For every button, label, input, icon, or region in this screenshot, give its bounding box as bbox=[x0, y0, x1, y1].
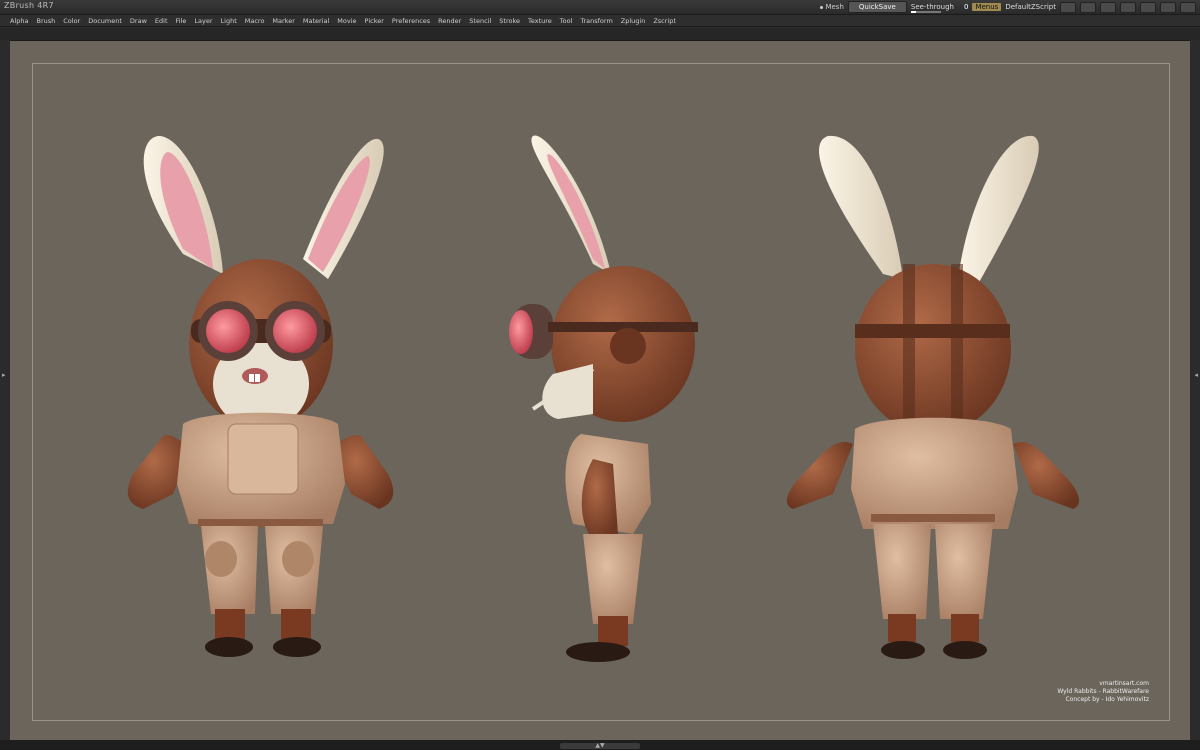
quicksave-button[interactable]: QuickSave bbox=[847, 1, 907, 13]
menu-stroke[interactable]: Stroke bbox=[499, 17, 520, 25]
menu-picker[interactable]: Picker bbox=[365, 17, 384, 25]
rabbit-front-view bbox=[127, 135, 394, 657]
see-through-slider[interactable]: See-through bbox=[910, 3, 960, 13]
main-menu-bar: Alpha Brush Color Document Draw Edit File Layer… bbox=[0, 15, 1200, 27]
top-toolbar: Mesh QuickSave See-through 0 Menus Defau… bbox=[820, 0, 1196, 14]
menu-transform[interactable]: Transform bbox=[580, 17, 612, 25]
credits-block: vmartinsart.com Wyld Rabbits - RabbitWar… bbox=[1057, 680, 1149, 704]
menu-light[interactable]: Light bbox=[221, 17, 237, 25]
menu-marker[interactable]: Marker bbox=[272, 17, 294, 25]
credits-project: Wyld Rabbits - RabbitWarefare bbox=[1057, 688, 1149, 695]
see-through-value: 0 bbox=[963, 3, 969, 11]
default-zscript-button[interactable]: DefaultZScript bbox=[1005, 3, 1056, 11]
bottom-tray-toggle-icon[interactable]: ▲▼ bbox=[560, 743, 640, 749]
mesh-label[interactable]: Mesh bbox=[820, 3, 844, 11]
layout-prev-icon[interactable] bbox=[1060, 1, 1076, 13]
menu-preferences[interactable]: Preferences bbox=[392, 17, 430, 25]
menu-texture[interactable]: Texture bbox=[528, 17, 552, 25]
menu-zscript[interactable]: Zscript bbox=[653, 17, 676, 25]
right-tray-arrow-icon[interactable]: ◂ bbox=[1194, 371, 1198, 379]
minimize-icon[interactable] bbox=[1140, 1, 1156, 13]
menu-render[interactable]: Render bbox=[438, 17, 461, 25]
bottom-tray: ▲▼ bbox=[0, 740, 1200, 750]
menus-button[interactable]: Menus bbox=[972, 3, 1002, 11]
title-bar: ZBrush 4R7 Mesh QuickSave See-through 0 … bbox=[0, 0, 1200, 15]
close-icon[interactable] bbox=[1180, 1, 1196, 13]
menu-edit[interactable]: Edit bbox=[155, 17, 168, 25]
menu-layer[interactable]: Layer bbox=[194, 17, 212, 25]
rabbit-back-view bbox=[786, 135, 1080, 659]
rabbit-turnaround-render bbox=[127, 135, 1080, 662]
menu-alpha[interactable]: Alpha bbox=[10, 17, 28, 25]
menu-brush[interactable]: Brush bbox=[36, 17, 55, 25]
see-through-track[interactable] bbox=[910, 11, 941, 13]
rabbit-side-view bbox=[509, 135, 698, 662]
menu-tool[interactable]: Tool bbox=[560, 17, 573, 25]
swatch-icon[interactable] bbox=[1100, 1, 1116, 13]
menu-macro[interactable]: Macro bbox=[245, 17, 265, 25]
document-canvas[interactable]: ▸ ◂ vmartinsart.com Wyld Rabbits - Rabbi… bbox=[2, 40, 1198, 741]
menu-material[interactable]: Material bbox=[303, 17, 329, 25]
menu-document[interactable]: Document bbox=[88, 17, 122, 25]
menu-draw[interactable]: Draw bbox=[130, 17, 147, 25]
credits-concept: Concept by - Ido Yehimovitz bbox=[1065, 696, 1149, 703]
menu-zplugin[interactable]: Zplugin bbox=[621, 17, 646, 25]
layout-next-icon[interactable] bbox=[1080, 1, 1096, 13]
menu-stencil[interactable]: Stencil bbox=[469, 17, 491, 25]
maximize-icon[interactable] bbox=[1160, 1, 1176, 13]
dot-icon bbox=[820, 5, 824, 9]
menu-color[interactable]: Color bbox=[63, 17, 80, 25]
see-through-label: See-through bbox=[910, 3, 954, 11]
palette-icon[interactable] bbox=[1120, 1, 1136, 13]
left-tray-arrow-icon[interactable]: ▸ bbox=[2, 371, 6, 379]
mesh-text: Mesh bbox=[825, 3, 844, 11]
menu-file[interactable]: File bbox=[176, 17, 187, 25]
document-frame[interactable]: vmartinsart.com Wyld Rabbits - RabbitWar… bbox=[32, 63, 1170, 721]
menu-movie[interactable]: Movie bbox=[337, 17, 356, 25]
credits-site: vmartinsart.com bbox=[1099, 680, 1149, 687]
app-title: ZBrush 4R7 bbox=[4, 1, 54, 10]
shelf-area bbox=[0, 28, 1200, 40]
